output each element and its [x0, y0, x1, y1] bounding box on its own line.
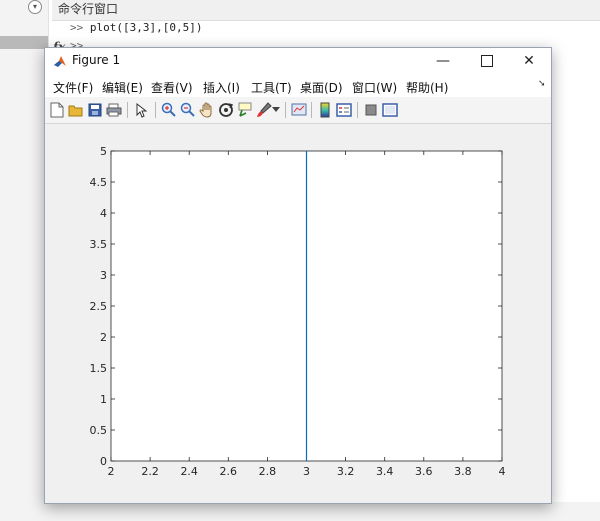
x-tick-label: 2.2: [141, 465, 159, 478]
plot-axes[interactable]: 2 2.2 2.4 2.6 2.8 3 3.2 3.4 3.6 3.8 4 0 0.5 1 1.5 2 2.5…: [45, 124, 551, 503]
y-tick-label: 4: [100, 207, 107, 220]
maximize-button[interactable]: [465, 48, 509, 75]
x-tick-label: 2.8: [259, 465, 277, 478]
command-text: plot([3,3],[0,5]): [89, 21, 203, 34]
y-tick-label: 1.5: [90, 362, 108, 375]
y-tick-label: 2.5: [90, 300, 108, 313]
hide-plot-tools-icon[interactable]: [362, 101, 380, 119]
figure-title: Figure 1: [72, 53, 121, 67]
pointer-icon[interactable]: [132, 101, 150, 119]
y-tick-label: 3.5: [90, 238, 108, 251]
y-tick-label: 1: [100, 393, 107, 406]
open-file-icon[interactable]: [67, 101, 85, 119]
y-tick-label: 0.5: [90, 424, 108, 437]
menu-desktop[interactable]: 桌面(D): [300, 79, 343, 96]
figure-titlebar[interactable]: Figure 1 — ✕: [45, 48, 551, 75]
data-cursor-icon[interactable]: [236, 101, 254, 119]
matlab-logo-icon: [54, 56, 66, 67]
pan-hand-icon[interactable]: [198, 101, 216, 119]
menu-file[interactable]: 文件(F): [53, 79, 93, 96]
menu-view[interactable]: 查看(V): [151, 79, 193, 96]
y-tick-label: 0: [100, 455, 107, 468]
zoom-in-icon[interactable]: [160, 101, 178, 119]
figure-window[interactable]: Figure 1 — ✕ 文件(F) 编辑(E) 查看(V) 插入(I) 工具(…: [44, 47, 552, 504]
new-figure-icon[interactable]: [48, 101, 66, 119]
command-window-footer: [48, 502, 600, 521]
x-tick-label: 3.8: [454, 465, 472, 478]
colorbar-icon[interactable]: [316, 101, 334, 119]
prompt: >>: [70, 21, 84, 34]
x-tick-label: 3.2: [337, 465, 355, 478]
print-icon[interactable]: [105, 101, 123, 119]
menu-bar: 文件(F) 编辑(E) 查看(V) 插入(I) 工具(T) 桌面(D) 窗口(W…: [45, 75, 551, 97]
brush-dropdown-icon[interactable]: [271, 101, 281, 119]
x-tick-label: 4: [499, 465, 506, 478]
legend-icon[interactable]: [335, 101, 353, 119]
close-button[interactable]: ✕: [507, 48, 551, 75]
figure-canvas[interactable]: 2 2.2 2.4 2.6 2.8 3 3.2 3.4 3.6 3.8 4 0 0.5 1 1.5 2 2.5…: [45, 124, 551, 503]
collapse-icon[interactable]: ▾: [28, 0, 42, 14]
minimize-button[interactable]: —: [421, 48, 465, 75]
rotate-3d-icon[interactable]: [217, 101, 235, 119]
y-tick-label: 5: [100, 145, 107, 158]
link-plot-icon[interactable]: [290, 101, 308, 119]
x-tick-label: 3.6: [415, 465, 433, 478]
zoom-out-icon[interactable]: [179, 101, 197, 119]
menubar-expand-icon[interactable]: ➘: [538, 79, 546, 89]
menu-tools[interactable]: 工具(T): [251, 79, 292, 96]
show-plot-tools-icon[interactable]: [381, 101, 399, 119]
command-window-title: 命令行窗口: [58, 2, 119, 16]
x-tick-label: 3.4: [376, 465, 394, 478]
menu-window[interactable]: 窗口(W): [352, 79, 397, 96]
y-tick-label: 3: [100, 269, 107, 282]
save-icon[interactable]: [86, 101, 104, 119]
x-tick-label: 2.4: [180, 465, 198, 478]
menu-insert[interactable]: 插入(I): [203, 79, 240, 96]
x-tick-label: 3: [303, 465, 310, 478]
selected-row[interactable]: [0, 36, 48, 49]
y-tick-label: 2: [100, 331, 107, 344]
menu-edit[interactable]: 编辑(E): [102, 79, 143, 96]
command-line[interactable]: >> plot([3,3],[0,5]): [70, 21, 202, 34]
y-tick-label: 4.5: [90, 176, 108, 189]
x-tick-label: 2.6: [220, 465, 238, 478]
figure-toolbar: [45, 97, 551, 124]
x-tick-label: 2: [108, 465, 115, 478]
menu-help[interactable]: 帮助(H): [406, 79, 448, 96]
command-window-header: [52, 0, 600, 21]
current-folder-panel: [0, 0, 49, 521]
